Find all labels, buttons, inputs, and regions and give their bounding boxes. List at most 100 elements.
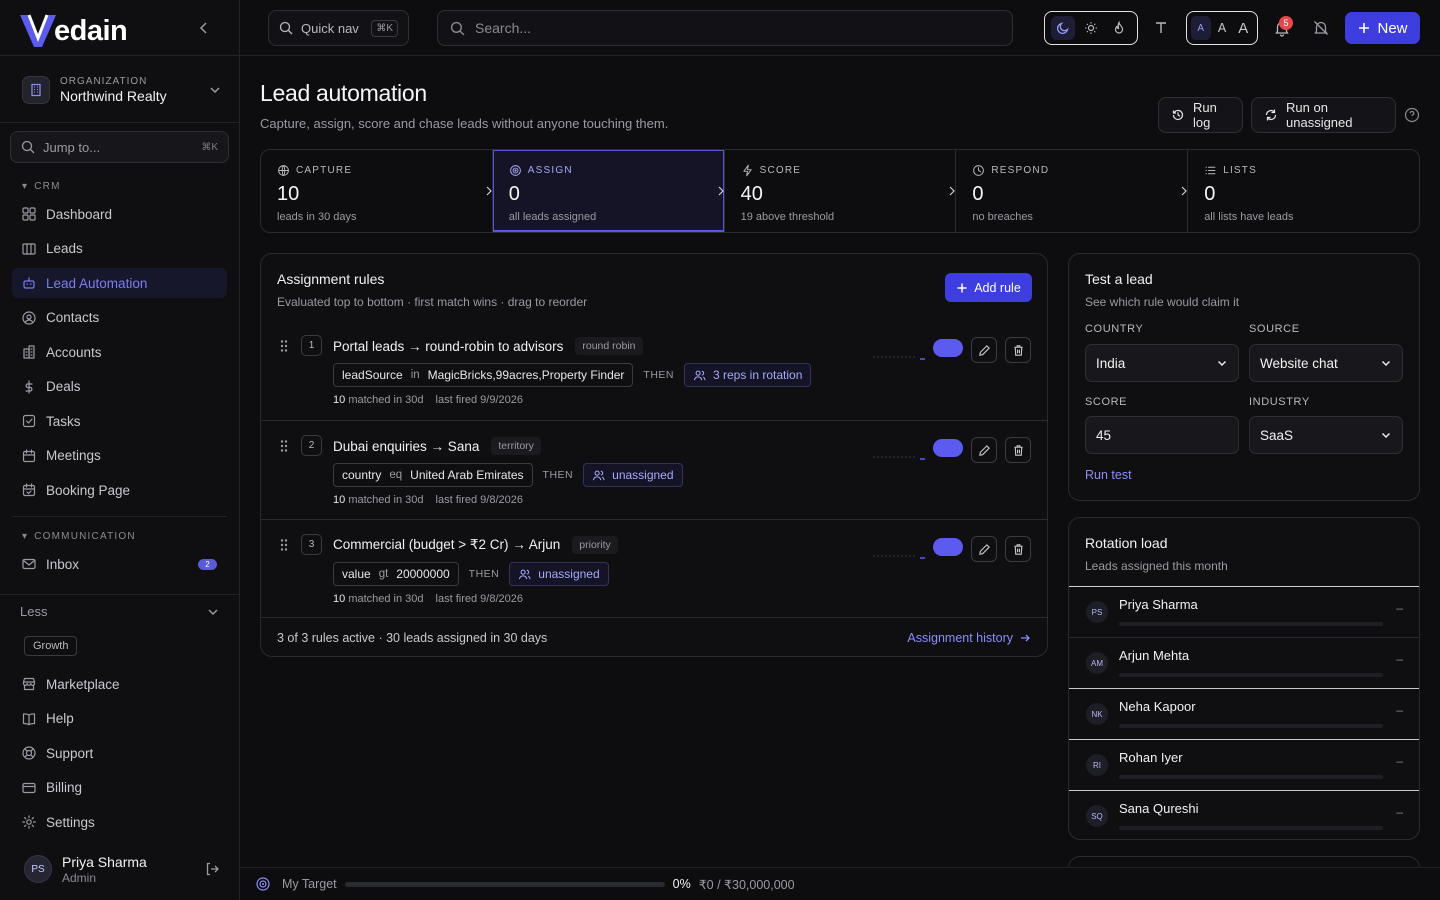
sidebar-item-billing[interactable]: Billing: [12, 773, 227, 803]
rotation-rep-row: AM Arjun Mehta –: [1069, 637, 1419, 688]
search-icon: [279, 21, 293, 35]
trash-icon[interactable]: [1005, 536, 1031, 562]
then-label: THEN: [542, 469, 574, 481]
sidebar-item-lead-automation[interactable]: Lead Automation: [12, 268, 227, 298]
run-test-button[interactable]: Run test: [1085, 468, 1132, 482]
text-type-icon[interactable]: [1152, 19, 1170, 37]
rule-assignee[interactable]: unassigned: [509, 562, 609, 586]
rule-last-fired: last fired 9/9/2026: [435, 394, 523, 406]
jump-to-input[interactable]: Jump to... ⌘K: [10, 131, 229, 163]
condition-field: value: [342, 567, 371, 581]
bell-off-icon[interactable]: [1312, 19, 1330, 37]
pencil-icon[interactable]: [971, 536, 997, 562]
sidebar-item-inbox[interactable]: Inbox 2: [12, 549, 227, 579]
rule-enabled-toggle[interactable]: [933, 439, 963, 457]
sidebar-item-booking-page[interactable]: Booking Page: [12, 475, 227, 505]
industry-select[interactable]: SaaS: [1249, 416, 1403, 454]
country-select[interactable]: India: [1085, 344, 1239, 382]
brand-v-icon: [20, 14, 56, 47]
search-icon: [450, 21, 465, 36]
sidebar-item-tasks[interactable]: Tasks: [12, 406, 227, 436]
sidebar-item-settings[interactable]: Settings: [12, 807, 227, 837]
rep-load-value: –: [1396, 601, 1403, 615]
trash-icon[interactable]: [1005, 437, 1031, 463]
logout-icon[interactable]: [204, 861, 220, 877]
avatar: RI: [1086, 754, 1108, 776]
drag-handle-icon[interactable]: [279, 538, 289, 552]
sidebar-item-label: Booking Page: [46, 482, 131, 498]
moon-icon[interactable]: [1051, 16, 1075, 40]
stage-capture[interactable]: CAPTURE 10 leads in 30 days: [261, 150, 493, 232]
avatar: SQ: [1086, 805, 1108, 827]
add-rule-button[interactable]: Add rule: [945, 273, 1032, 302]
stage-respond[interactable]: RESPOND 0 no breaches: [956, 150, 1189, 232]
rotation-title: Rotation load: [1085, 535, 1168, 551]
jump-placeholder: Jump to...: [43, 139, 101, 155]
help-circle-icon[interactable]: [1404, 107, 1420, 123]
chevron-left-icon[interactable]: [196, 20, 212, 36]
org-switcher[interactable]: ORGANIZATION Northwind Realty: [22, 72, 222, 108]
flame-icon[interactable]: [1107, 16, 1131, 40]
pencil-icon[interactable]: [971, 337, 997, 363]
users-icon: [592, 469, 605, 482]
rule-last-fired: last fired 9/8/2026: [435, 494, 523, 506]
run-unassigned-button[interactable]: Run on unassigned: [1251, 97, 1396, 133]
sidebar-item-deals[interactable]: Deals: [12, 372, 227, 402]
divider: [0, 122, 239, 123]
text-size-small[interactable]: A: [1190, 16, 1211, 40]
trash-icon[interactable]: [1005, 337, 1031, 363]
matched-suffix: matched in 30d: [348, 494, 424, 506]
assignment-history-link[interactable]: Assignment history: [907, 631, 1031, 645]
run-log-button[interactable]: Run log: [1158, 97, 1243, 133]
stage-score[interactable]: SCORE 40 19 above threshold: [725, 150, 957, 232]
brand-logo[interactable]: edain: [20, 8, 128, 48]
sidebar-item-dashboard[interactable]: Dashboard: [12, 199, 227, 229]
condition-value: United Arab Emirates: [410, 468, 524, 482]
sidebar-item-accounts[interactable]: Accounts: [12, 337, 227, 367]
chevron-down-icon: [206, 605, 220, 619]
chevron-right-icon: [486, 186, 492, 196]
score-field[interactable]: [1085, 416, 1239, 454]
pencil-icon[interactable]: [971, 437, 997, 463]
drag-handle-icon[interactable]: [279, 339, 289, 353]
sidebar-item-label: Tasks: [46, 413, 81, 429]
clock-icon: [972, 164, 985, 177]
user-profile[interactable]: PS Priya Sharma Admin: [24, 852, 220, 886]
rule-enabled-toggle[interactable]: [933, 339, 963, 357]
calendar-check-icon: [21, 482, 37, 498]
checkbox-icon: [21, 413, 37, 429]
new-button[interactable]: New: [1345, 12, 1420, 44]
rule-assignee[interactable]: unassigned: [583, 463, 683, 487]
rule-assignee[interactable]: 3 reps in rotation: [684, 363, 812, 387]
section-communication[interactable]: ▾ COMMUNICATION: [22, 531, 136, 542]
stage-assign[interactable]: ASSIGN 0 all leads assigned: [492, 150, 725, 232]
sun-icon[interactable]: [1079, 16, 1103, 40]
sidebar-item-help[interactable]: Help: [12, 704, 227, 734]
text-size-medium[interactable]: A: [1212, 16, 1232, 40]
sidebar-item-marketplace[interactable]: Marketplace: [12, 669, 227, 699]
rule-enabled-toggle[interactable]: [933, 538, 963, 556]
section-crm[interactable]: ▾ CRM: [22, 181, 61, 192]
quick-nav-button[interactable]: Quick nav ⌘K: [268, 10, 409, 46]
search-input[interactable]: [475, 20, 1000, 36]
plus-icon: [956, 282, 968, 294]
condition-field: leadSource: [342, 368, 403, 382]
sidebar-item-support[interactable]: Support: [12, 738, 227, 768]
source-value: Website chat: [1260, 355, 1338, 371]
less-toggle[interactable]: Less: [20, 604, 220, 619]
sidebar-item-contacts[interactable]: Contacts: [12, 303, 227, 333]
stage-label: CAPTURE: [296, 165, 353, 176]
stage-value: 40: [740, 183, 763, 205]
drag-handle-icon[interactable]: [279, 439, 289, 453]
text-size-large[interactable]: A: [1233, 16, 1253, 40]
stage-lists[interactable]: LISTS 0 all lists have leads: [1188, 150, 1419, 232]
source-select[interactable]: Website chat: [1249, 344, 1403, 382]
rotation-rep-row: RI Rohan Iyer –: [1069, 739, 1419, 790]
condition-operator: eq: [389, 469, 403, 481]
global-search[interactable]: [437, 10, 1013, 46]
sidebar-item-leads[interactable]: Leads: [12, 234, 227, 264]
test-lead-card: Test a lead See which rule would claim i…: [1068, 253, 1420, 501]
org-label: ORGANIZATION: [60, 76, 148, 87]
score-input[interactable]: [1096, 427, 1228, 443]
sidebar-item-meetings[interactable]: Meetings: [12, 441, 227, 471]
